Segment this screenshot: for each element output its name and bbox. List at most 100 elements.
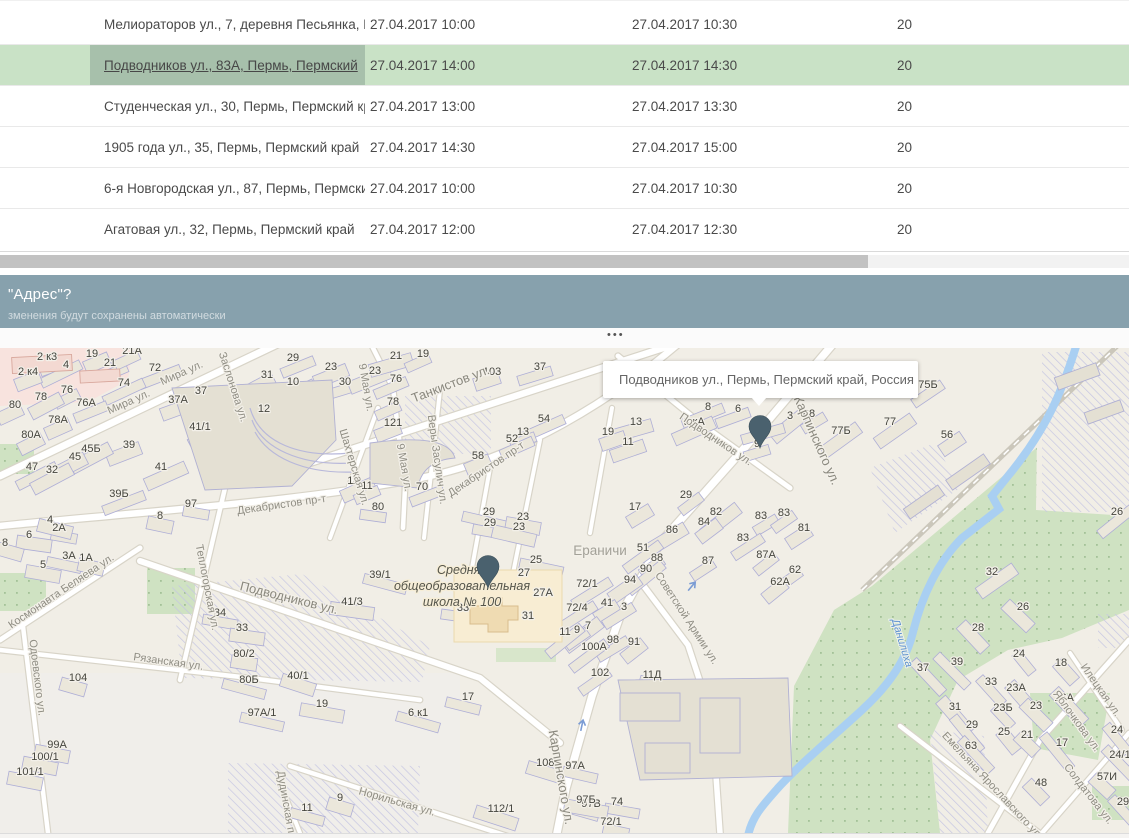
house-number-label: 23 <box>325 361 337 373</box>
address-cell: Подводников ул., 83А, Пермь, Пермский <box>90 45 365 85</box>
house-number-label: 23Б <box>993 702 1012 714</box>
appointment-start: 27.04.2017 10:00 <box>365 17 632 32</box>
house-number-label: 41/1 <box>189 421 210 433</box>
house-number-label: 32 <box>986 566 998 578</box>
table-row[interactable]: Агатовая ул., 32, Пермь, Пермский край 2… <box>0 209 1129 250</box>
house-number-label: 37 <box>534 361 546 373</box>
house-number-label: 41/3 <box>341 596 362 608</box>
house-number-label: 80 <box>372 501 384 513</box>
house-number-label: 39/1 <box>369 569 390 581</box>
map-canvas[interactable]: 2 к342 к4192121А72747676А7878А8080А3737А… <box>0 348 1129 833</box>
house-number-label: 45Б <box>81 443 100 455</box>
street-label: Ераничи <box>573 543 627 558</box>
house-number-label: 37 <box>195 385 207 397</box>
appointment-address[interactable]: Подводников ул., 83А, Пермь, Пермский <box>104 58 358 73</box>
appointment-end: 27.04.2017 12:30 <box>632 222 897 237</box>
house-number-label: 94 <box>624 574 636 586</box>
house-number-label: 10 <box>287 376 299 388</box>
house-number-label: 86 <box>666 524 678 536</box>
house-number-label: 40/1 <box>287 670 308 682</box>
house-number-label: 24/1 <box>1109 749 1129 761</box>
resize-handle[interactable]: ••• <box>607 329 625 341</box>
scrollbar-track[interactable] <box>0 255 1129 268</box>
house-number-label: 8 <box>705 401 711 413</box>
house-number-label: 72/1 <box>600 816 621 828</box>
house-number-label: 102 <box>591 667 609 679</box>
house-number-label: 51 <box>637 542 649 554</box>
house-number-label: 84 <box>698 516 710 528</box>
horizontal-scrollbar[interactable] <box>0 255 1129 275</box>
house-number-label: 19 <box>316 698 328 710</box>
appointment-address[interactable]: Мелиораторов ул., 7, деревня Песьянка, П <box>104 17 365 32</box>
house-number-label: 9 <box>574 624 580 636</box>
house-number-label: 72/1 <box>576 578 597 590</box>
appointment-count: 20 <box>897 181 1129 196</box>
appointment-end: 27.04.2017 14:30 <box>632 58 897 73</box>
house-number-label: 90 <box>640 563 652 575</box>
house-number-label: 78 <box>387 396 399 408</box>
house-number-label: 112/1 <box>488 803 515 815</box>
appointment-address[interactable]: Агатовая ул., 32, Пермь, Пермский край <box>104 222 355 237</box>
house-number-label: 81 <box>798 522 810 534</box>
house-number-label: 5 <box>40 559 46 571</box>
address-cell: Мелиораторов ул., 7, деревня Песьянка, П <box>90 4 365 44</box>
table-row[interactable]: Студенческая ул., 30, Пермь, Пермский кр… <box>0 86 1129 127</box>
house-number-label: 39 <box>951 656 963 668</box>
house-number-label: 17 <box>1056 737 1068 749</box>
house-number-label: 19 <box>602 426 614 438</box>
house-number-label: 2А <box>52 522 66 534</box>
appointment-address[interactable]: 1905 года ул., 35, Пермь, Пермский край <box>104 140 359 155</box>
house-number-label: 21А <box>122 348 142 357</box>
scrollbar-thumb[interactable] <box>0 255 868 268</box>
appointment-end: 27.04.2017 10:30 <box>632 17 897 32</box>
table-row[interactable]: 6-я Новгородская ул., 87, Пермь, Пермски… <box>0 168 1129 209</box>
house-number-label: 4 <box>47 514 53 526</box>
appointment-address[interactable]: Студенческая ул., 30, Пермь, Пермский кр <box>104 99 365 114</box>
appointment-end: 27.04.2017 10:30 <box>632 181 897 196</box>
appointment-count: 20 <box>897 17 1129 32</box>
house-number-label: 62А <box>770 576 790 588</box>
table-row[interactable]: Мелиораторов ул., 7, деревня Песьянка, П… <box>0 4 1129 45</box>
house-number-label: 11 <box>559 626 570 638</box>
house-number-label: 75Б <box>918 379 937 391</box>
appointment-end: 27.04.2017 13:30 <box>632 99 897 114</box>
address-cell: 1905 года ул., 35, Пермь, Пермский край <box>90 127 365 167</box>
house-number-label: 28 <box>972 622 984 634</box>
house-number-label: 39 <box>123 439 135 451</box>
house-number-label: 29 <box>966 719 978 731</box>
house-number-label: 56 <box>941 429 953 441</box>
house-number-label: 7 <box>585 620 591 632</box>
house-number-label: 3А <box>62 550 76 562</box>
house-number-label: 37А <box>168 394 188 406</box>
house-number-label: 18 <box>1055 657 1067 669</box>
house-number-label: 6 <box>26 529 32 541</box>
house-number-label: 70 <box>416 481 428 493</box>
house-number-label: 33 <box>985 676 997 688</box>
house-number-label: 29 <box>484 517 496 529</box>
house-number-label: 97 <box>185 498 197 510</box>
house-number-label: 11 <box>301 802 312 814</box>
house-number-label: 45 <box>69 451 81 463</box>
house-number-label: 33 <box>236 622 248 634</box>
house-number-label: 3 <box>621 601 627 613</box>
table-row[interactable]: 1905 года ул., 35, Пермь, Пермский край … <box>0 127 1129 168</box>
house-number-label: 21 <box>1021 729 1033 741</box>
house-number-label: 99А <box>47 739 67 751</box>
appointment-count: 20 <box>897 58 1129 73</box>
appointment-start: 27.04.2017 14:30 <box>365 140 632 155</box>
house-number-label: 21 <box>390 350 402 362</box>
map-info-window[interactable]: Подводников ул., Пермь, Пермский край, Р… <box>603 361 918 398</box>
house-number-label: 72/4 <box>566 602 587 614</box>
house-number-label: 31 <box>522 610 534 622</box>
appointment-count: 20 <box>897 222 1129 237</box>
house-number-label: 11 <box>622 436 633 448</box>
house-number-label: 121 <box>384 417 402 429</box>
table-row[interactable]: Подводников ул., 83А, Пермь, Пермский 27… <box>0 45 1129 86</box>
house-number-label: 31 <box>949 701 961 713</box>
house-number-label: 12 <box>258 403 270 415</box>
map[interactable]: 2 к342 к4192121А72747676А7878А8080А3737А… <box>0 348 1129 833</box>
house-number-label: 97Б <box>576 794 595 806</box>
appointment-address[interactable]: 6-я Новгородская ул., 87, Пермь, Пермски <box>104 181 365 196</box>
house-number-label: 31 <box>261 369 273 381</box>
house-number-label: 87А <box>756 549 776 561</box>
